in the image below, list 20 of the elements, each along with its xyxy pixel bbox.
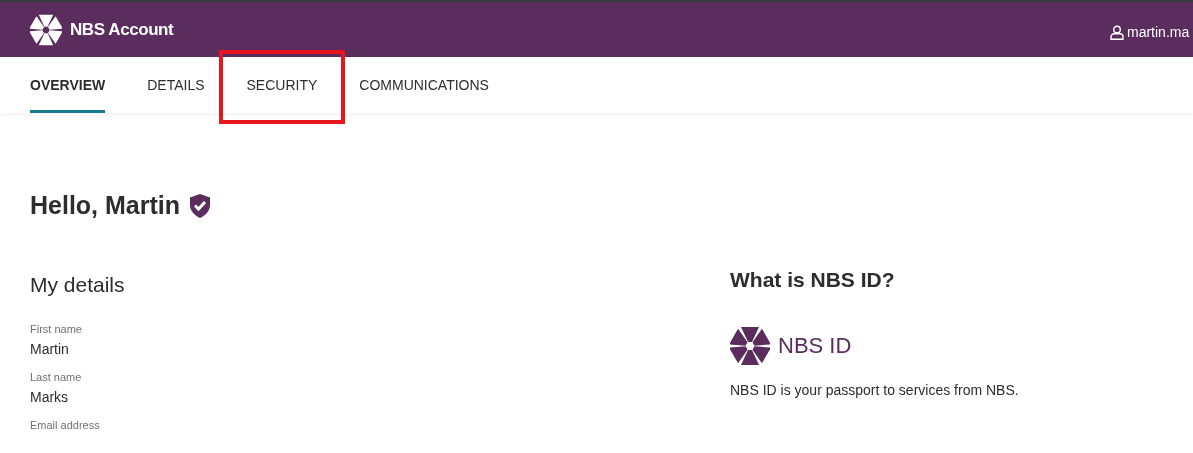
logo-icon (30, 13, 62, 46)
user-icon[interactable] (1110, 25, 1124, 40)
logo-icon (730, 325, 770, 366)
nav-tab[interactable]: OVERVIEW (30, 57, 106, 113)
field-value: Martin (30, 340, 70, 358)
field-label: First name (30, 322, 83, 336)
field-value: Marks (30, 388, 70, 406)
section-heading: What is NBS ID? (730, 267, 896, 293)
nav-tab[interactable]: COMMUNICATIONS (359, 57, 489, 113)
section-heading: My details (30, 271, 126, 298)
field-label: Email address (30, 418, 101, 432)
username-link[interactable]: martin.ma (1127, 22, 1190, 43)
app-title: NBS Account (70, 18, 174, 41)
nav-tab[interactable]: SECURITY (246, 57, 318, 113)
verified-shield-icon (188, 192, 212, 219)
nav-tab[interactable]: DETAILS (147, 57, 205, 113)
greeting-heading: Hello, Martin (30, 190, 180, 221)
nbs-id-logo-text: NBS ID (778, 332, 852, 360)
description-text: NBS ID is your passport to services from NBS. (730, 380, 1019, 400)
field-label: Last name (30, 370, 83, 384)
